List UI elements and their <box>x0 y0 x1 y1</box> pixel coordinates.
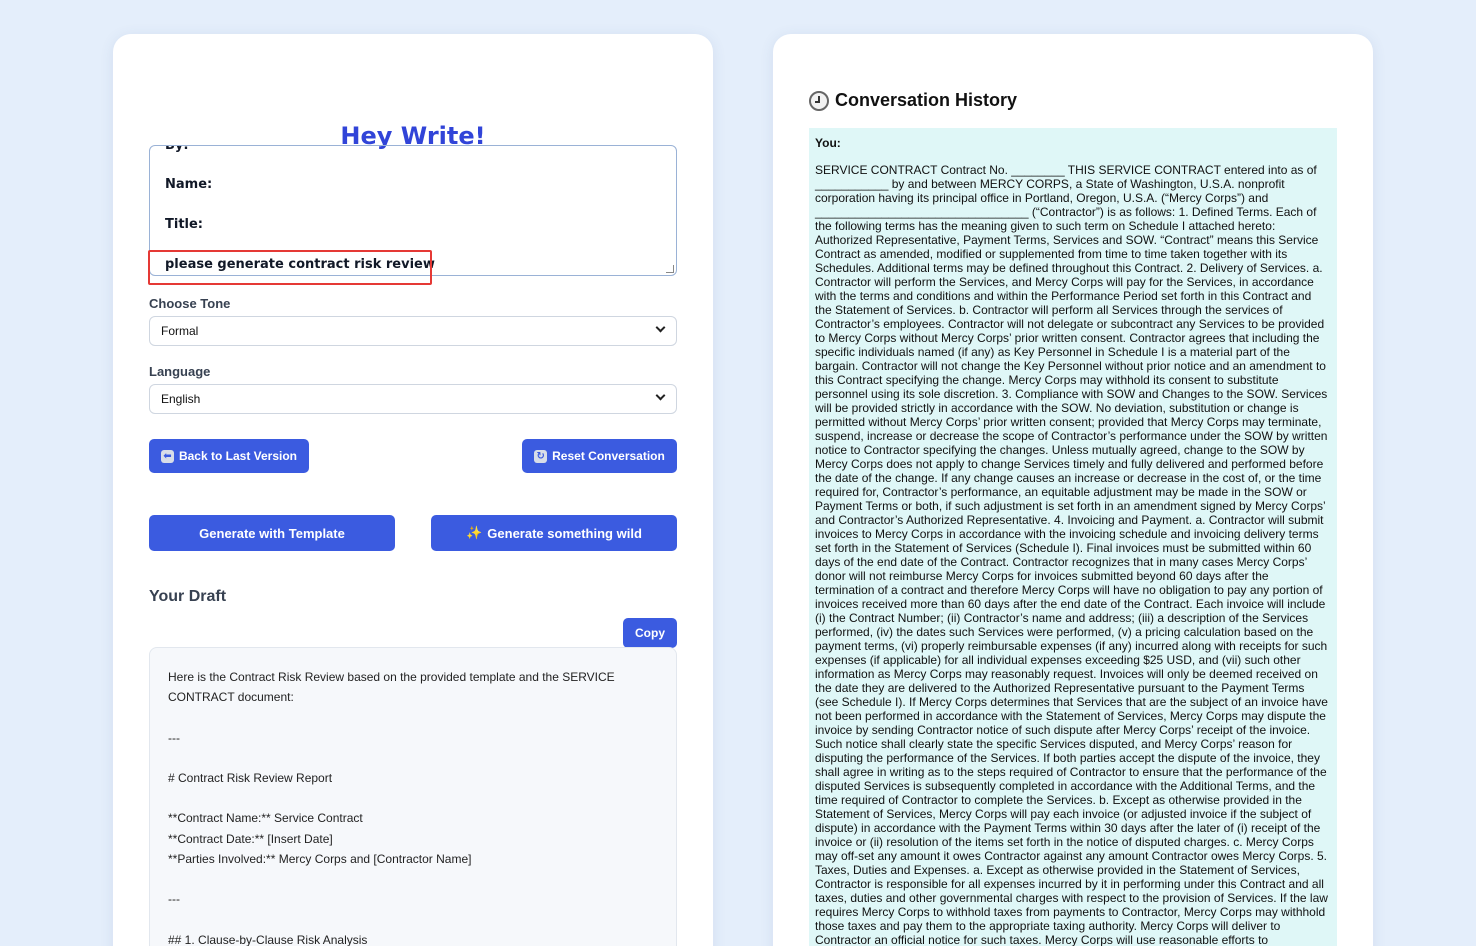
language-selected-value: English <box>161 392 201 406</box>
history-title: Conversation History <box>809 90 1017 111</box>
language-label: Language <box>149 364 211 379</box>
resize-handle[interactable] <box>666 265 674 273</box>
wild-button-label: Generate something wild <box>487 525 642 541</box>
prompt-line-title: Title: <box>165 217 204 232</box>
language-select[interactable]: English <box>149 384 677 414</box>
history-panel: Conversation History You: SERVICE CONTRA… <box>773 34 1373 946</box>
reset-conversation-button[interactable]: ↻ Reset Conversation <box>522 439 677 473</box>
generate-something-wild-button[interactable]: ✨ Generate something wild <box>431 515 677 551</box>
reset-button-label: Reset Conversation <box>552 449 665 463</box>
chevron-down-icon <box>655 390 666 401</box>
your-draft-heading: Your Draft <box>149 588 227 605</box>
copy-button-label: Copy <box>635 626 665 640</box>
prompt-line-by: By: <box>165 145 189 153</box>
tone-label: Choose Tone <box>149 296 231 311</box>
tone-select[interactable]: Formal <box>149 316 677 346</box>
history-title-label: Conversation History <box>835 90 1018 110</box>
back-button-label: Back to Last Version <box>178 449 298 463</box>
message-sender: You: <box>815 136 841 150</box>
tone-selected-value: Formal <box>161 324 199 338</box>
copy-button[interactable]: Copy <box>623 618 677 648</box>
prompt-line-name: Name: <box>165 177 213 192</box>
generate-with-template-button[interactable]: Generate with Template <box>149 515 395 551</box>
highlight-annotation <box>148 250 432 285</box>
clock-icon <box>809 90 829 111</box>
template-button-label: Generate with Template <box>199 525 345 541</box>
refresh-icon: ↻ <box>534 449 548 463</box>
message-body: SERVICE CONTRACT Contract No. ________ T… <box>815 163 1328 946</box>
writer-panel: Hey Write! By: Name: Title: please gener… <box>113 34 713 946</box>
draft-output: Here is the Contract Risk Review based o… <box>149 647 677 946</box>
back-to-last-version-button[interactable]: ⬅ Back to Last Version <box>149 439 309 473</box>
chevron-down-icon <box>655 322 666 333</box>
sparkles-icon: ✨ <box>466 525 483 540</box>
history-message: You: SERVICE CONTRACT Contract No. _____… <box>809 128 1337 946</box>
left-arrow-icon: ⬅ <box>160 449 174 463</box>
